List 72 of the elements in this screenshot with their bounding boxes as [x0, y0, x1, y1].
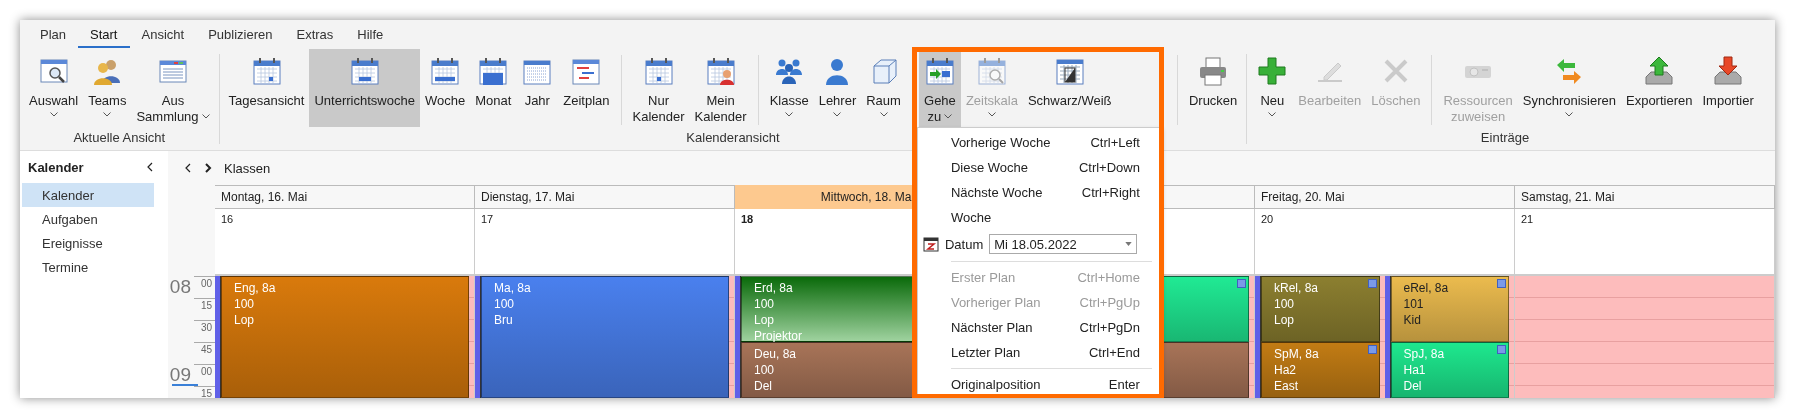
all-day-cell: 17: [475, 209, 735, 276]
ribbon-button[interactable]: Woche: [419, 49, 471, 127]
menu-tab[interactable]: Start: [78, 27, 130, 48]
ribbon-button[interactable]: Tagesansicht: [223, 49, 310, 127]
dropdown-arrow-icon: [1125, 242, 1133, 246]
menu-heading: Woche: [949, 209, 993, 227]
menu-tab[interactable]: Publizieren: [196, 27, 285, 48]
export-icon: [1643, 55, 1676, 87]
ribbon-button[interactable]: Klasse: [764, 49, 814, 127]
ribbon-button[interactable]: Importier: [1697, 49, 1759, 127]
collapse-icon[interactable]: [146, 162, 154, 172]
hour-label: 09: [169, 364, 191, 386]
next-icon[interactable]: [204, 163, 212, 173]
ribbon-button[interactable]: Raum: [861, 49, 906, 127]
calendar-icon: [348, 55, 381, 87]
view-title: Klassen: [224, 160, 271, 176]
calendar-icon: [250, 55, 283, 87]
calendar-person-icon: [704, 55, 737, 87]
sidebar-item[interactable]: Ereignisse: [22, 231, 154, 255]
appointment[interactable]: eRel, 8a 101 Kid: [1390, 276, 1509, 342]
ribbon-button[interactable]: Lehrer: [813, 49, 862, 127]
menu-item[interactable]: Diese Woche Ctrl+Down: [917, 155, 1160, 180]
sidebar-item[interactable]: Aufgaben: [22, 207, 154, 231]
calendar-magnifier-icon: [975, 55, 1008, 87]
ribbon-button[interactable]: Auswahl: [24, 49, 84, 127]
ribbon-button[interactable]: Mein Kalender: [689, 49, 752, 127]
calendar-icon: [922, 236, 939, 252]
appointment[interactable]: Ma, 8a 100 Bru: [481, 276, 729, 398]
plus-icon: [1256, 55, 1289, 87]
menu-tab[interactable]: Extras: [284, 27, 346, 48]
ribbon-button[interactable]: Nur Kalender: [627, 49, 690, 127]
day-header: Samstag, 21. Mai: [1515, 185, 1775, 209]
ribbon-button[interactable]: Exportieren: [1621, 49, 1698, 127]
day-header: Freitag, 20. Mai: [1255, 185, 1515, 209]
previous-icon[interactable]: [184, 163, 192, 173]
all-day-cell: 16: [215, 209, 475, 276]
menu-tab[interactable]: Plan: [28, 27, 79, 48]
ribbon-button[interactable]: Teams: [83, 49, 132, 127]
sidebar-item[interactable]: Kalender: [22, 183, 154, 207]
day-header: Dienstag, 17. Mai: [475, 185, 735, 209]
ribbon-button[interactable]: Monat: [470, 49, 517, 127]
group-label: Kalenderansicht: [686, 130, 780, 145]
ribbon-button[interactable]: Aus Sammlung: [131, 49, 215, 127]
date-field[interactable]: Mi 18.05.2022: [989, 234, 1138, 254]
ribbon-button[interactable]: Zeitplan: [558, 49, 615, 127]
ribbon-button[interactable]: Gehe zu: [918, 49, 961, 127]
appointment[interactable]: Eng, 8a 100 Lop: [221, 276, 469, 398]
calendar-icon: [477, 55, 510, 87]
import-icon: [1712, 55, 1745, 87]
appointment[interactable]: SpM, 8a Ha2 East: [1261, 342, 1380, 398]
group-label: Einträge: [1480, 130, 1530, 145]
ribbon-button[interactable]: Unterrichtswoche: [309, 49, 420, 127]
appointment[interactable]: kRel, 8a 100 Lop: [1261, 276, 1380, 342]
date-label: Datum: [944, 236, 984, 252]
ribbon-button[interactable]: Schwarz/Weiß: [1022, 49, 1117, 127]
menu-tab[interactable]: Hilfe: [345, 27, 396, 48]
calendar-arrow-icon: [923, 55, 956, 87]
day-header: Montag, 16. Mai: [215, 185, 475, 209]
sidebar-item[interactable]: Termine: [22, 255, 154, 279]
ribbon-button[interactable]: Drucken: [1183, 49, 1243, 127]
group-label: Aktuelle Ansicht: [73, 130, 166, 145]
menu-tab[interactable]: Ansicht: [129, 27, 197, 48]
all-day-cell: 20: [1255, 209, 1515, 276]
calendar-icon: [429, 55, 461, 87]
ribbon-button[interactable]: Synchronisieren: [1517, 49, 1621, 127]
ribbon-button[interactable]: Jahr: [516, 49, 559, 127]
panel-title: Kalender: [28, 159, 84, 175]
calendar-icon: [642, 55, 675, 87]
ribbon-button[interactable]: Neu: [1251, 49, 1294, 127]
menu-item[interactable]: Vorherige Woche Ctrl+Left: [917, 130, 1160, 155]
hour-label: 08: [169, 276, 191, 298]
all-day-cell: 21: [1515, 209, 1775, 276]
